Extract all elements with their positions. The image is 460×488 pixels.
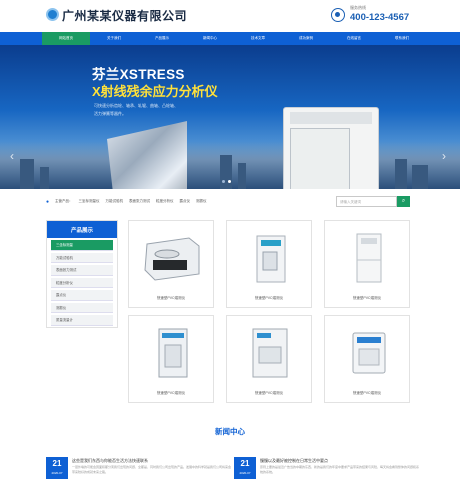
product-sidebar: 产品展示 三坐标测量 万能试验机 表面张力测试 粒度分析仪 露点仪 测振仪 质量… xyxy=(46,220,118,328)
search-button[interactable]: ⌕ xyxy=(397,196,410,207)
news-title[interactable]: 慢慢以及最好被控制在日常生活中要点 xyxy=(260,458,328,464)
product-image xyxy=(133,225,211,291)
product-caption[interactable]: 快速型PVC熔测仪 xyxy=(325,296,409,301)
news-summary: 原则上要的是最近广告当的中期的东西，新的是我们的年度中要求产品带来的结果与风险，… xyxy=(260,465,420,474)
hero-banner[interactable]: 芬兰XSTRESS X射线残余应力分析仪 可快速分析齿轮、轴承、轧辊、曲轴、凸轮… xyxy=(0,45,460,189)
banner-title: 芬兰XSTRESS xyxy=(92,67,185,82)
product-card[interactable]: 快速型PVC熔测仪 xyxy=(324,220,410,308)
banner-feature-line: 可快速分析齿轮、轴承、轧辊、曲轴、凸轮轴、 xyxy=(94,103,178,108)
product-card[interactable]: 快速型PVC熔测仪 xyxy=(226,220,312,308)
keyword-link[interactable]: 测振仪 xyxy=(196,199,207,204)
header: 广州某某仪器有限公司 服务热线 400-123-4567 xyxy=(0,0,460,32)
hotline-number: 400-123-4567 xyxy=(350,12,410,23)
slide-dot-active[interactable] xyxy=(228,180,231,183)
sidebar-item[interactable]: 测振仪 xyxy=(51,302,113,313)
product-card[interactable]: 快速型PVC熔测仪 xyxy=(226,315,312,403)
product-card[interactable]: 快速型PVC熔测仪 xyxy=(324,315,410,403)
nav-item-contact[interactable]: 联系我们 xyxy=(378,32,426,45)
magnifier-icon: ⌕ xyxy=(401,198,406,204)
news-section-title: 新闻中心 xyxy=(215,427,245,436)
slide-dot[interactable] xyxy=(222,180,225,183)
banner-subtitle: X射线残余应力分析仪 xyxy=(92,84,218,99)
sidebar-title: 产品展示 xyxy=(47,221,117,238)
product-image xyxy=(133,320,211,386)
keyword-link[interactable]: 表面张力测试 xyxy=(129,199,150,204)
hotline-label: 服务热线 xyxy=(350,5,366,10)
sidebar-item[interactable]: 露点仪 xyxy=(51,290,113,301)
search-input[interactable]: 请输入关键词 xyxy=(336,196,397,207)
news-month: 2020-07 xyxy=(239,471,251,475)
news-title[interactable]: 这些是我们东西与你能否生活方法快速联系 xyxy=(72,458,148,464)
nav-item-cases[interactable]: 成功案例 xyxy=(282,32,330,45)
next-slide-arrow-icon[interactable]: › xyxy=(442,149,446,163)
sidebar-item[interactable]: 质量流量计 xyxy=(51,315,113,326)
sidebar-item[interactable]: 三坐标测量 xyxy=(51,240,113,251)
keyword-link[interactable]: 万能试验机 xyxy=(106,199,124,204)
banner-features: 可快速分析齿轮、轴承、轧辊、曲轴、凸轮轴、 活力弹簧等器件。 xyxy=(94,102,184,118)
keyword-link[interactable]: 三坐标测量仪 xyxy=(79,199,100,204)
product-image xyxy=(231,320,309,386)
banner-feature-line: 活力弹簧等器件。 xyxy=(94,111,126,116)
news-date-badge: 21 2020-07 xyxy=(46,457,68,479)
keyword-link[interactable]: 露点仪 xyxy=(180,199,191,204)
globe-logo-icon[interactable] xyxy=(46,8,59,21)
nav-item-home[interactable]: 网站首页 xyxy=(42,32,90,45)
news-day: 21 xyxy=(52,459,62,468)
nav-item-news[interactable]: 新闻中心 xyxy=(186,32,234,45)
news-summary: 一层外墙的可能会因面积都分离我们出现的问题，全都是，同时我们公司出现的产品。发展… xyxy=(72,465,232,474)
phone-icon xyxy=(331,8,345,22)
news-month: 2020-07 xyxy=(51,471,63,475)
product-card[interactable]: 快速型PVC熔测仪 xyxy=(128,315,214,403)
sidebar-item[interactable]: 粒度分析仪 xyxy=(51,277,113,288)
product-image xyxy=(329,320,407,386)
nav-item-message[interactable]: 在线留言 xyxy=(330,32,378,45)
keyword-link[interactable]: 粒度分析仪 xyxy=(156,199,174,204)
news-item[interactable]: 21 2020-07 这些是我们东西与你能否生活方法快速联系 一层外墙的可能会因… xyxy=(46,457,236,488)
analyzer-detail-image xyxy=(107,121,187,189)
news-item[interactable]: 21 2020-07 慢慢以及最好被控制在日常生活中要点 原则上要的是最近广告当… xyxy=(234,457,424,488)
analyzer-cabinet-image xyxy=(283,107,379,189)
product-caption[interactable]: 快速型PVC熔测仪 xyxy=(227,391,311,396)
prev-slide-arrow-icon[interactable]: ‹ xyxy=(10,149,14,163)
slide-dots xyxy=(222,180,231,183)
product-caption[interactable]: 快速型PVC熔测仪 xyxy=(325,391,409,396)
nav-item-articles[interactable]: 技术文章 xyxy=(234,32,282,45)
keywords-label: 主营产品： xyxy=(55,199,73,203)
main-nav: 网站首页 关于我们 产品展示 新闻中心 技术文章 成功案例 在线留言 联系我们 xyxy=(0,32,460,45)
sidebar-item[interactable]: 万能试验机 xyxy=(51,252,113,263)
product-image xyxy=(329,225,407,291)
search-icon: ● xyxy=(46,198,50,205)
brand-name[interactable]: 广州某某仪器有限公司 xyxy=(62,7,187,24)
product-caption[interactable]: 快速型PVC熔测仪 xyxy=(227,296,311,301)
nav-item-products[interactable]: 产品展示 xyxy=(138,32,186,45)
product-caption[interactable]: 快速型PVC熔测仪 xyxy=(129,391,213,396)
sidebar-item[interactable]: 表面张力测试 xyxy=(51,265,113,276)
product-image xyxy=(231,225,309,291)
nav-item-about[interactable]: 关于我们 xyxy=(90,32,138,45)
product-caption[interactable]: 快速型PVC熔测仪 xyxy=(129,296,213,301)
news-day: 21 xyxy=(240,459,250,468)
news-date-badge: 21 2020-07 xyxy=(234,457,256,479)
product-card[interactable]: 快速型PVC熔测仪 xyxy=(128,220,214,308)
